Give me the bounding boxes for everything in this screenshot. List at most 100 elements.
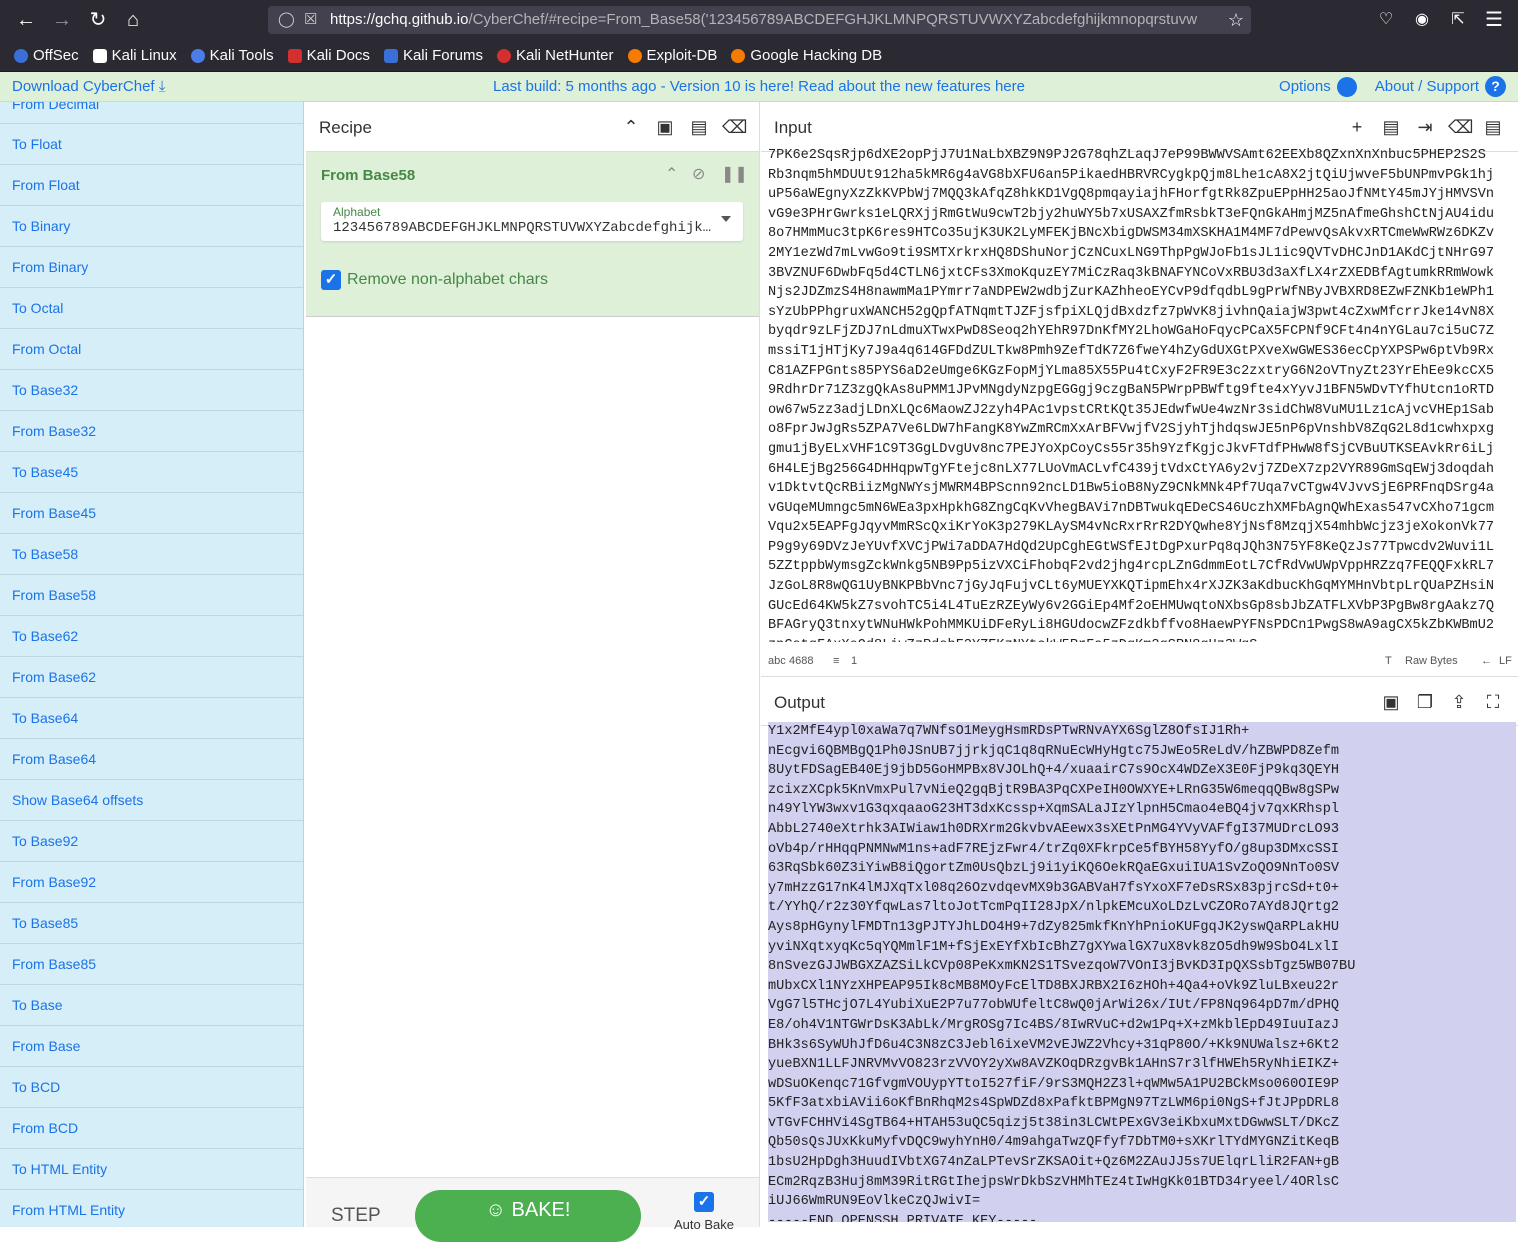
replace-input-icon[interactable]: ⇪ [1448, 691, 1470, 713]
bookmark-exploit-db[interactable]: Exploit-DB [627, 47, 717, 64]
disable-operation-icon[interactable]: ⊘ [692, 164, 705, 184]
input-encoding[interactable]: Raw Bytes [1405, 655, 1458, 667]
output-line: oVb4p/rHHqqPNMNwM1ns+adF7REjzFwr4/trZq0X… [768, 841, 1340, 857]
bookmark-kali-forums[interactable]: Kali Forums [383, 47, 483, 64]
forward-icon[interactable]: → [50, 8, 74, 32]
input-line: vGUqeMUmngc5mN6WEa3pxHpkhG8ZngCqKvVhegBA… [768, 500, 1495, 516]
operations-list: From Decimal To Float From Float To Binary F… [0, 102, 304, 1227]
open-file-icon[interactable]: ⇥ [1414, 116, 1436, 138]
url-bar[interactable]: ◯ ☒ https://gchq.github.io/CyberChef/#re… [268, 6, 1251, 34]
alphabet-select[interactable]: Alphabet 123456789ABCDEFGHJKLMNPQRSTUVWX… [321, 202, 743, 241]
save-output-icon[interactable]: ▣ [1380, 691, 1402, 713]
output-title: Output [774, 693, 826, 712]
maximise-output-icon[interactable]: ⛶ [1482, 691, 1504, 713]
input-line: sYzUbPPhgruxWANCH52gQpfATNqmtTJZFjsfpiXL… [768, 304, 1495, 320]
output-line: 63RqSbk60Z3iYiwB8iQgortZm0UsQbzLj9i1yiKQ… [768, 861, 1340, 877]
operation-item[interactable]: From Base [0, 1026, 303, 1067]
reload-icon[interactable]: ↻ [86, 8, 110, 32]
input-line: 5ZZtppbWymsgZckWnkg5NB9Pp5izVXCiFhobqF2v… [768, 559, 1495, 575]
chevron-down-icon[interactable] [721, 216, 731, 222]
bookmark-kali-nethunter[interactable]: Kali NetHunter [496, 47, 614, 64]
bake-button[interactable]: ☺ BAKE! [415, 1190, 641, 1242]
operation-item[interactable]: From Base62 [0, 657, 303, 698]
io-panel: Input + ▤ ⇥ ⌫ ▤ 7PK6e2SqsRjp6dXE2opPjJ7U… [761, 102, 1518, 1227]
reset-layout-icon[interactable]: ▤ [1482, 116, 1504, 138]
bookmark-kali-tools[interactable]: Kali Tools [190, 47, 274, 64]
star-icon[interactable]: ☆ [1224, 8, 1248, 32]
bookmark-kali-docs[interactable]: Kali Docs [287, 47, 370, 64]
pocket-icon[interactable]: ♡ [1374, 8, 1398, 32]
operation-item[interactable]: From Base92 [0, 862, 303, 903]
bookmark-google-hacking-db[interactable]: Google Hacking DB [731, 47, 882, 64]
remove-non-alphabet-option[interactable]: ✓ Remove non-alphabet chars [321, 270, 548, 290]
operation-item[interactable]: From Base85 [0, 944, 303, 985]
operation-item[interactable]: From Decimal [0, 102, 303, 124]
operation-item[interactable]: To Float [0, 124, 303, 165]
auto-bake-toggle[interactable]: ✓ Auto Bake [669, 1192, 739, 1232]
input-title: Input [774, 118, 812, 137]
operation-item[interactable]: To Base85 [0, 903, 303, 944]
about-support-link[interactable]: About / Support [1375, 78, 1479, 95]
operation-item[interactable]: From Binary [0, 247, 303, 288]
output-line: t/YYhQ/r2z30YfqwLas7ltoJotTcmPqII28JpX/n… [768, 900, 1340, 916]
input-textarea[interactable]: 7PK6e2SqsRjp6dXE2opPjJ7U1NaLbXBZ9N9PJ2G7… [768, 146, 1516, 642]
gear-icon[interactable] [1336, 76, 1357, 97]
eol-icon: ← [1481, 655, 1492, 667]
operation-item[interactable]: From Base58 [0, 575, 303, 616]
collapse-all-icon[interactable]: ⌃ [620, 116, 642, 138]
operation-item[interactable]: To Base32 [0, 370, 303, 411]
recipe-operation-from-base58[interactable]: From Base58 ⌃ ⊘ ❚❚ Alphabet 123456789ABC… [306, 152, 759, 317]
clear-input-icon[interactable]: ⌫ [1448, 116, 1473, 138]
operation-item[interactable]: From Base32 [0, 411, 303, 452]
add-tab-icon[interactable]: + [1346, 116, 1368, 138]
options-link[interactable]: Options [1279, 78, 1331, 95]
menu-icon[interactable]: ☰ [1482, 8, 1506, 32]
output-textarea[interactable]: Y1x2MfE4ypl0xaWa7q7WNfsO1MeygHsmRDsPTwRN… [768, 722, 1516, 1222]
operation-item[interactable]: From BCD [0, 1108, 303, 1149]
lines-icon: ≡ [833, 655, 840, 667]
copy-output-icon[interactable]: ❐ [1414, 691, 1436, 713]
operation-item[interactable]: To Base45 [0, 452, 303, 493]
operation-item[interactable]: To Base58 [0, 534, 303, 575]
output-line: BHk3s6SyWUhJfD6u4C3N8zC3Jebl6ixeVM2vEJWZ… [768, 1037, 1340, 1053]
account-icon[interactable]: ◉ [1410, 8, 1434, 32]
help-icon[interactable]: ? [1485, 76, 1506, 97]
operation-item[interactable]: From HTML Entity [0, 1190, 303, 1227]
operation-item[interactable]: To Base [0, 985, 303, 1026]
pause-operation-icon[interactable]: ❚❚ [721, 164, 748, 184]
collapse-operation-icon[interactable]: ⌃ [665, 164, 678, 184]
auto-bake-checkbox[interactable]: ✓ [694, 1192, 714, 1212]
operation-item[interactable]: To Base62 [0, 616, 303, 657]
operation-item[interactable]: To BCD [0, 1067, 303, 1108]
extensions-icon[interactable]: ⇱ [1446, 8, 1470, 32]
input-line: 8o7HMmMuc3tpK6res9HTCo35ujK3UK2LyMFEKjBN… [768, 226, 1495, 242]
input-eol[interactable]: LF [1499, 655, 1512, 667]
recipe-title: Recipe [319, 118, 372, 137]
home-icon[interactable]: ⌂ [121, 8, 145, 32]
bookmark-offsec[interactable]: OffSec [14, 47, 79, 64]
input-line: o8FprJwJgRs5ZPA7Ve6LDW7hFangK8YwZmRCmXxA… [768, 422, 1495, 438]
remove-non-alphabet-label: Remove non-alphabet chars [347, 271, 549, 288]
operation-item[interactable]: Show Base64 offsets [0, 780, 303, 821]
input-header: Input + ▤ ⇥ ⌫ ▤ [761, 102, 1518, 152]
operation-item[interactable]: From Base64 [0, 739, 303, 780]
operation-item[interactable]: From Float [0, 165, 303, 206]
operation-name: From Base58 [321, 167, 416, 184]
back-icon[interactable]: ← [14, 8, 38, 32]
open-folder-icon[interactable]: ▤ [1380, 116, 1402, 138]
operation-item[interactable]: To Base92 [0, 821, 303, 862]
step-button[interactable]: STEP [331, 1205, 381, 1227]
input-line: C81AZFPGnts85PYS6aD2eUmge6KGzFopMjYLma85… [768, 363, 1495, 379]
operation-item[interactable]: To Binary [0, 206, 303, 247]
clear-recipe-icon[interactable]: ⌫ [722, 116, 747, 138]
bookmark-kali-linux[interactable]: Kali Linux [92, 47, 177, 64]
operation-item[interactable]: To Octal [0, 288, 303, 329]
operation-item[interactable]: To Base64 [0, 698, 303, 739]
input-line: vG9e3PHrGwrks1eLQRXjjRmGtWu9cwT2bjy2huWY… [768, 206, 1495, 222]
remove-non-alphabet-checkbox[interactable]: ✓ [321, 270, 341, 290]
operation-item[interactable]: To HTML Entity [0, 1149, 303, 1190]
save-recipe-icon[interactable]: ▣ [654, 116, 676, 138]
load-recipe-icon[interactable]: ▤ [688, 116, 710, 138]
operation-item[interactable]: From Octal [0, 329, 303, 370]
operation-item[interactable]: From Base45 [0, 493, 303, 534]
